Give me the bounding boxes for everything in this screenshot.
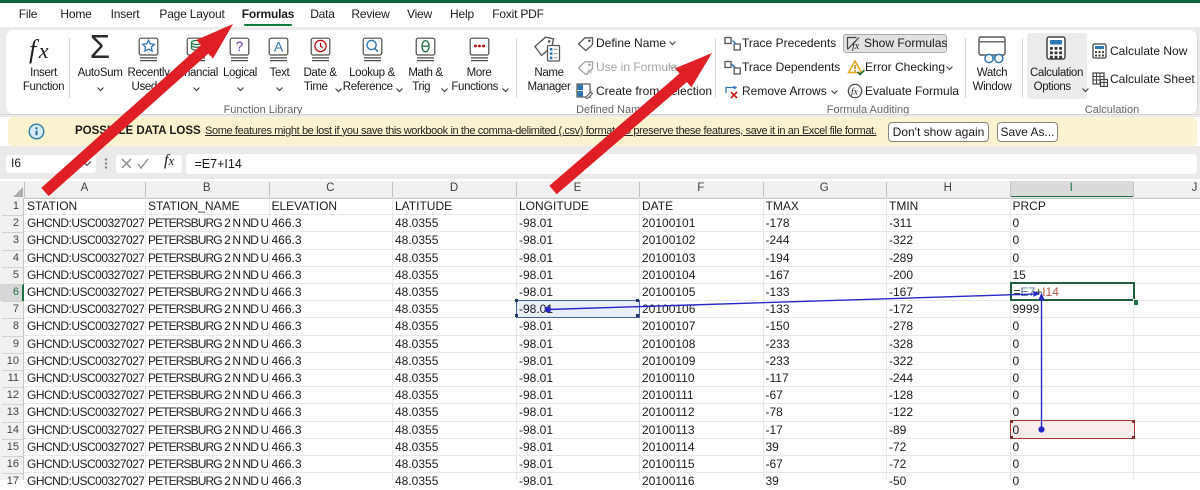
svg-text:fx: fx — [851, 87, 859, 98]
svg-text:A: A — [274, 39, 284, 55]
svg-text:fx: fx — [852, 41, 860, 51]
svg-text:?: ? — [236, 39, 244, 54]
svg-text:fx: fx — [587, 68, 593, 76]
